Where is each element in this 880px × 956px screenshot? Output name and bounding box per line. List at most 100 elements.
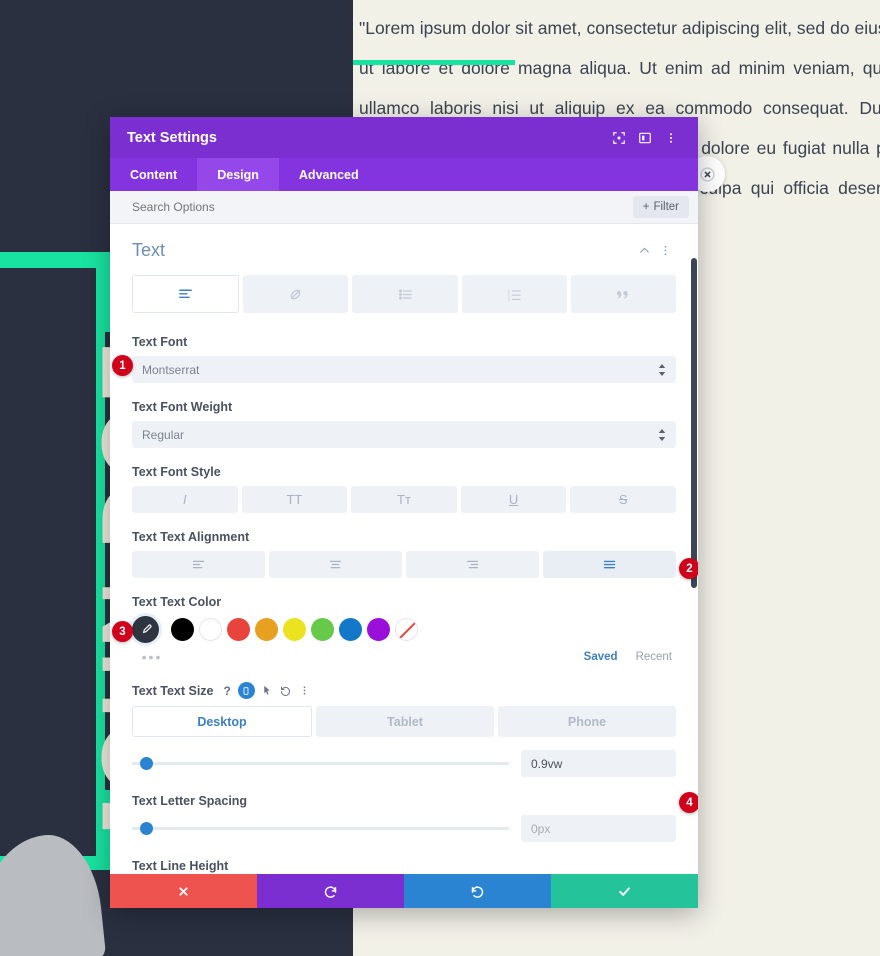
scrollbar-thumb[interactable] <box>691 258 697 588</box>
responsive-icon[interactable] <box>237 682 255 699</box>
link-icon[interactable] <box>243 275 349 313</box>
italic-button[interactable]: I <box>132 486 238 513</box>
scrollbar-track[interactable] <box>690 224 698 874</box>
svg-text:3: 3 <box>507 296 510 302</box>
text-alignment-label: Text Text Alignment <box>132 530 250 544</box>
check-icon <box>619 886 630 896</box>
text-size-label-text: Text Text Size <box>132 683 214 698</box>
modal-header: Text Settings <box>110 117 698 158</box>
kebab-menu-icon[interactable] <box>299 685 310 696</box>
badge-2: 2 <box>679 558 698 579</box>
split-panel-icon[interactable] <box>632 125 658 151</box>
recent-colors-tab[interactable]: Recent <box>636 651 672 663</box>
help-icon[interactable]: ? <box>224 684 231 698</box>
saved-colors-tab[interactable]: Saved <box>584 651 618 663</box>
more-colors-button[interactable]: ••• <box>132 649 172 665</box>
search-input[interactable] <box>132 200 633 214</box>
filter-button[interactable]: + Filter <box>632 196 689 218</box>
undo-button[interactable] <box>257 874 404 908</box>
cursor-hover-icon[interactable] <box>262 685 273 696</box>
slider-knob[interactable] <box>139 757 153 770</box>
letter-spacing-value-input[interactable]: 0px <box>521 815 676 842</box>
redo-button[interactable] <box>404 874 551 908</box>
field-text-color: Text Text Color ••• Saved Recent 3 <box>112 595 676 665</box>
field-text-font: Text Font Montserrat 1 <box>112 335 676 383</box>
align-justify-button[interactable] <box>543 551 676 578</box>
modal-footer <box>110 874 698 908</box>
swatch-orange[interactable] <box>255 618 278 641</box>
paragraph-icon[interactable] <box>132 275 240 313</box>
tab-design[interactable]: Design <box>197 158 279 191</box>
swatch-white[interactable] <box>199 618 222 641</box>
slider-knob[interactable] <box>139 822 153 835</box>
color-swatch-row <box>132 616 676 643</box>
field-line-height: Text Line Height 2.5em 5 <box>132 859 676 874</box>
tab-content[interactable]: Content <box>110 158 197 191</box>
slider-track <box>132 827 509 830</box>
font-weight-value: Regular <box>142 427 185 442</box>
bulleted-list-icon[interactable] <box>352 275 458 313</box>
badge-4: 4 <box>679 792 698 813</box>
kebab-menu-icon[interactable] <box>655 244 676 257</box>
swatch-yellow[interactable] <box>283 618 306 641</box>
align-left-button[interactable] <box>132 551 265 578</box>
field-text-font-style: Text Font Style I TT Tᴛ U S <box>132 465 676 513</box>
swatch-black[interactable] <box>171 618 194 641</box>
device-tab-tablet[interactable]: Tablet <box>316 706 494 737</box>
alignment-row <box>132 551 676 578</box>
strikethrough-glyph: S <box>618 492 628 507</box>
field-text-size: Text Text Size ? Desktop Tablet Phone 0.… <box>132 682 698 813</box>
underline-button[interactable]: U <box>460 486 567 513</box>
uppercase-button[interactable]: TT <box>241 486 348 513</box>
font-weight-select[interactable]: Regular <box>132 421 676 448</box>
text-color-label: Text Text Color <box>132 595 222 609</box>
plus-icon: + <box>642 201 650 213</box>
section-title: Text <box>132 240 166 260</box>
text-font-style-label: Text Font Style <box>132 465 221 479</box>
font-style-button-row: I TT Tᴛ U S <box>132 486 676 513</box>
redo-icon <box>471 885 484 898</box>
save-button[interactable] <box>551 874 698 908</box>
device-tab-desktop[interactable]: Desktop <box>132 706 312 737</box>
underline-glyph: U <box>508 492 519 507</box>
text-font-weight-label: Text Font Weight <box>132 400 233 414</box>
strikethrough-button[interactable]: S <box>570 486 676 513</box>
device-tab-phone[interactable]: Phone <box>498 706 676 737</box>
reset-icon[interactable] <box>280 685 292 697</box>
modal-title: Text Settings <box>127 129 217 146</box>
letter-spacing-label: Text Letter Spacing <box>132 794 248 808</box>
blockquote-icon[interactable] <box>570 275 677 313</box>
swatch-red[interactable] <box>227 618 250 641</box>
swatch-purple[interactable] <box>367 618 390 641</box>
line-height-label: Text Line Height <box>132 859 229 873</box>
align-center-button[interactable] <box>269 551 402 578</box>
chevron-up-icon[interactable] <box>634 244 655 257</box>
focus-target-icon[interactable] <box>606 125 632 151</box>
text-settings-modal: Text Settings Content Design Advanced Se… <box>110 117 698 908</box>
align-right-button[interactable] <box>406 551 539 578</box>
search-options-row: + Filter <box>110 191 698 224</box>
font-value: Montserrat <box>142 362 200 377</box>
font-select[interactable]: Montserrat <box>132 356 676 383</box>
undo-icon <box>324 885 337 898</box>
device-tab-row: Desktop Tablet Phone <box>132 706 676 737</box>
modal-body: Text 1 2 3 Text Font Montserrat 1 Text F… <box>110 224 698 874</box>
swatch-green[interactable] <box>311 618 334 641</box>
text-font-label: Text Font <box>132 335 188 349</box>
numbered-list-icon[interactable]: 1 2 3 <box>461 275 567 313</box>
swatch-blue[interactable] <box>339 618 362 641</box>
capitalize-button[interactable]: Tᴛ <box>351 486 457 513</box>
tab-advanced[interactable]: Advanced <box>279 158 379 191</box>
text-size-value-input[interactable]: 0.9vw <box>521 750 676 777</box>
slider-track <box>132 762 509 765</box>
kebab-menu-icon[interactable] <box>658 125 684 151</box>
swatch-transparent[interactable] <box>395 618 418 641</box>
cancel-button[interactable] <box>110 874 257 908</box>
close-icon <box>179 886 188 896</box>
section-header: Text <box>132 240 676 261</box>
text-size-label: Text Text Size ? <box>132 682 676 699</box>
badge-1: 1 <box>112 355 133 376</box>
eyedropper-icon[interactable] <box>132 616 159 643</box>
letter-spacing-slider[interactable] <box>132 822 509 836</box>
text-size-slider[interactable] <box>132 757 509 771</box>
